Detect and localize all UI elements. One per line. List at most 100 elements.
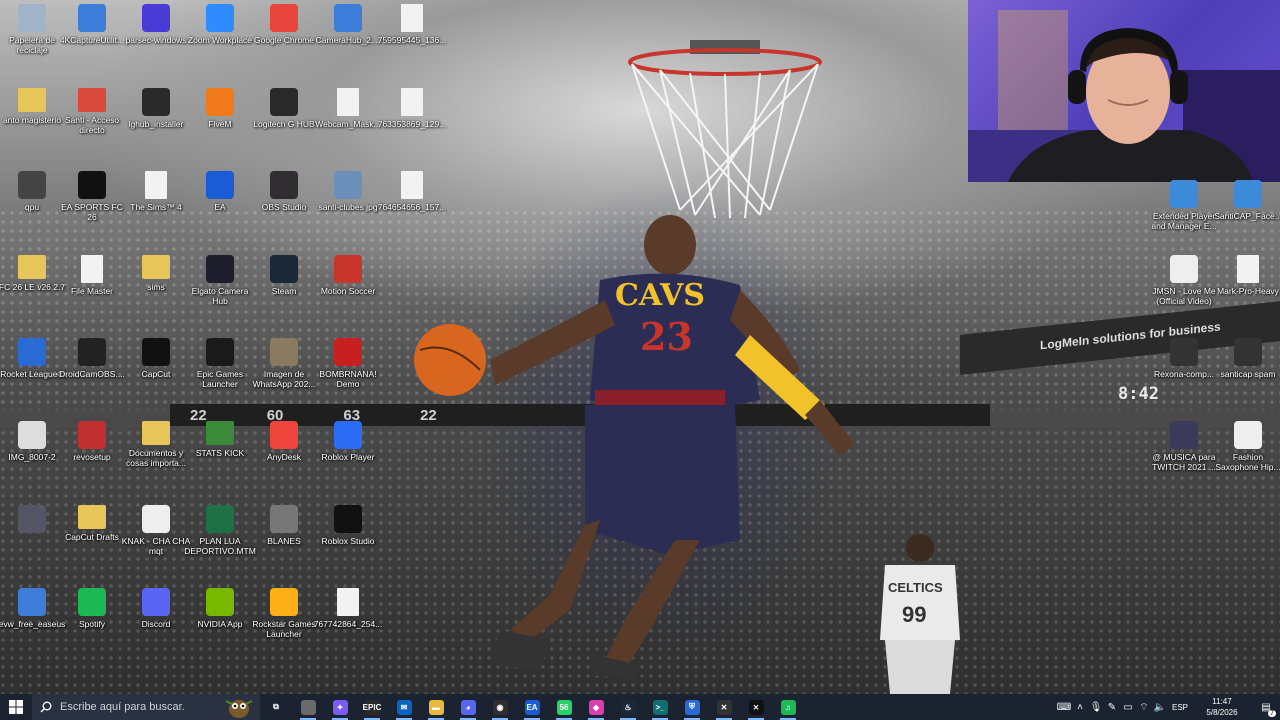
desktop-icon[interactable]: santi-clubes.jpg xyxy=(312,171,384,212)
desktop-icon[interactable]: DroidCamOBS.... xyxy=(56,338,128,379)
folder-icon xyxy=(18,88,46,112)
volume-icon[interactable]: 🔈 xyxy=(1152,694,1168,720)
desktop-icon[interactable]: 767742864_254... xyxy=(312,588,384,629)
taskbar-app-terminal[interactable]: >_ xyxy=(644,694,676,720)
taskbar-app-discord[interactable]: ◕ xyxy=(452,694,484,720)
desktop-icon[interactable]: Webcam_Mask... xyxy=(312,88,384,129)
desktop-icon[interactable]: EA SPORTS FC 26 xyxy=(56,171,128,222)
desktop-icon[interactable]: Documentos y cosas importa... xyxy=(120,421,192,468)
taskbar-app-spotify[interactable]: ♫ xyxy=(772,694,804,720)
desktop-icon[interactable]: CapCut Drafts xyxy=(56,505,128,542)
desktop-icon[interactable]: Elgato Camera Hub xyxy=(184,255,256,306)
desktop-icon[interactable]: SantiCAP_Face... xyxy=(1212,180,1280,221)
wifi-icon[interactable]: ⌔ xyxy=(1136,694,1152,720)
desktop-icon[interactable]: revosetup xyxy=(56,421,128,462)
desktop-icon[interactable]: PLAN LUA DEPORTIVO.MTM xyxy=(184,505,256,556)
font-icon xyxy=(1237,255,1259,283)
desktop-icon-label: santicap spam xyxy=(1220,369,1276,379)
desktop-icon[interactable]: Epic Games Launcher xyxy=(184,338,256,389)
taskbar-app-outlook[interactable]: ✉ xyxy=(388,694,420,720)
desktop-icon[interactable]: Discord xyxy=(120,588,192,629)
desktop-icon[interactable]: Mark-Pro-Heavy xyxy=(1212,255,1280,296)
desktop-icon-label: AnyDesk xyxy=(266,452,301,462)
taskbar-app-task-view[interactable]: ⧉ xyxy=(260,694,292,720)
taskbar-app-whatsapp[interactable]: 56 xyxy=(548,694,580,720)
taskbar-app-steam[interactable]: ♨ xyxy=(612,694,644,720)
desktop-icon-label: BOMBRNANA! Demo xyxy=(319,369,377,389)
desktop-icon[interactable]: Rockstar Games Launcher xyxy=(248,588,320,639)
microphone-icon[interactable]: 🎙 xyxy=(1088,694,1104,720)
desktop-icon[interactable]: KNAK - CHA CHA mqt xyxy=(120,505,192,556)
chevron-up-icon[interactable]: ˄ xyxy=(1072,694,1088,720)
taskbar-clock[interactable]: 11:47 5/8/2026 xyxy=(1192,696,1252,718)
desktop-icon-label: 764654656_157... xyxy=(377,202,447,212)
taskbar-app-epic-games[interactable]: EPIC xyxy=(356,694,388,720)
desktop-icon[interactable]: Extended Player and Manager E... xyxy=(1148,180,1220,231)
taskbar-app-copilot[interactable]: ✦ xyxy=(324,694,356,720)
edit-pen-icon[interactable]: ✎ xyxy=(1104,694,1120,720)
desktop-icon[interactable]: JMSN - Love Me (Official Video) xyxy=(1148,255,1220,306)
taskbar-app-file-explorer-pinned[interactable] xyxy=(292,694,324,720)
desktop-icon[interactable]: 4KCaptureUtilit... xyxy=(56,4,128,45)
desktop-icon[interactable]: Spotify xyxy=(56,588,128,629)
folder-icon xyxy=(18,255,46,279)
network-icon[interactable]: ▭ xyxy=(1120,694,1136,720)
language-indicator[interactable]: ESP xyxy=(1168,694,1192,720)
desktop-icon[interactable]: lghub_installer xyxy=(120,88,192,129)
desktop-icon[interactable]: santicap spam xyxy=(1212,338,1280,379)
start-button[interactable] xyxy=(0,694,32,720)
clock-time: 11:47 xyxy=(1212,697,1232,706)
taskbar-app-rocket-league[interactable]: ⛨ xyxy=(676,694,708,720)
touch-keyboard-icon[interactable]: ⌨ xyxy=(1056,694,1072,720)
folder-icon xyxy=(206,421,234,445)
desktop-icon[interactable]: Santi - Acceso directo xyxy=(56,88,128,135)
terminal-icon: >_ xyxy=(652,699,668,715)
desktop-icon[interactable]: Logitech G HUB xyxy=(248,88,320,129)
desktop-icon[interactable]: Imagen de WhatsApp 202... xyxy=(248,338,320,389)
desktop-icon[interactable]: 764654656_157... xyxy=(376,171,448,212)
taskbar-app-parsec[interactable]: ◆ xyxy=(580,694,612,720)
nvidia-icon xyxy=(206,588,234,616)
desktop-icon[interactable]: Rexona-comp... xyxy=(1148,338,1220,379)
epic-icon xyxy=(206,338,234,366)
desktop-icon[interactable]: Motion Soccer xyxy=(312,255,384,296)
desktop-icon[interactable]: FiveM xyxy=(184,88,256,129)
desktop-icon[interactable]: NVIDIA App xyxy=(184,588,256,629)
desktop-icon[interactable]: CameraHub_2.... xyxy=(312,4,384,45)
desktop-icon[interactable]: Roblox Player xyxy=(312,421,384,462)
desktop-icon[interactable]: 763353869_129... xyxy=(376,88,448,129)
taskbar-app-capcut[interactable]: ⨯ xyxy=(740,694,772,720)
taskbar-app-file-explorer[interactable]: ▬ xyxy=(420,694,452,720)
desktop-icon[interactable]: parsec-windows xyxy=(120,4,192,45)
desktop-icon[interactable]: AnyDesk xyxy=(248,421,320,462)
desktop-icon[interactable]: @ MUSICA para TWITCH 2021 ... xyxy=(1148,421,1220,472)
desktop-icon[interactable]: CapCut xyxy=(120,338,192,379)
desktop-icon[interactable]: Fashion Saxophone Hip... xyxy=(1212,421,1280,472)
desktop-icon-label: 763353869_129... xyxy=(377,119,447,129)
desktop-icon[interactable]: BLANES xyxy=(248,505,320,546)
desktop-icon[interactable]: OBS Studio xyxy=(248,171,320,212)
desktop-icon[interactable]: Steam xyxy=(248,255,320,296)
taskbar-app-ea[interactable]: EA xyxy=(516,694,548,720)
desktop-icon-label: Mark-Pro-Heavy xyxy=(1217,286,1279,296)
elgato-icon xyxy=(206,255,234,283)
desktop-icon[interactable]: STATS KICK xyxy=(184,421,256,458)
desktop-icon[interactable]: BOMBRNANA! Demo xyxy=(312,338,384,389)
desktop-icon[interactable]: EA xyxy=(184,171,256,212)
desktop-icon[interactable]: File Master xyxy=(56,255,128,296)
desktop-icon[interactable]: The Sims™ 4 xyxy=(120,171,192,212)
notification-center-button[interactable]: ▤ 7 xyxy=(1252,694,1280,720)
desktop-icon[interactable]: 759595445_136... xyxy=(376,4,448,45)
ea-icon xyxy=(206,171,234,199)
taskbar-app-obs[interactable]: ◉ xyxy=(484,694,516,720)
taskbar-search-box[interactable]: Escribe aquí para buscar. xyxy=(32,694,260,720)
notification-badge: 7 xyxy=(1268,710,1276,717)
desktop-icon[interactable]: Zoom Workplace xyxy=(184,4,256,45)
desktop-icon[interactable]: sims xyxy=(120,255,192,292)
desktop-icon[interactable]: Roblox Studio xyxy=(312,505,384,546)
file-icon xyxy=(337,588,359,616)
desktop-icon[interactable]: Google Chrome xyxy=(248,4,320,45)
taskbar-app-razer[interactable]: ✕ xyxy=(708,694,740,720)
desktop-icon-label: Steam xyxy=(271,286,297,296)
desktop-icon-label: 4KCaptureUtilit... xyxy=(59,35,125,45)
